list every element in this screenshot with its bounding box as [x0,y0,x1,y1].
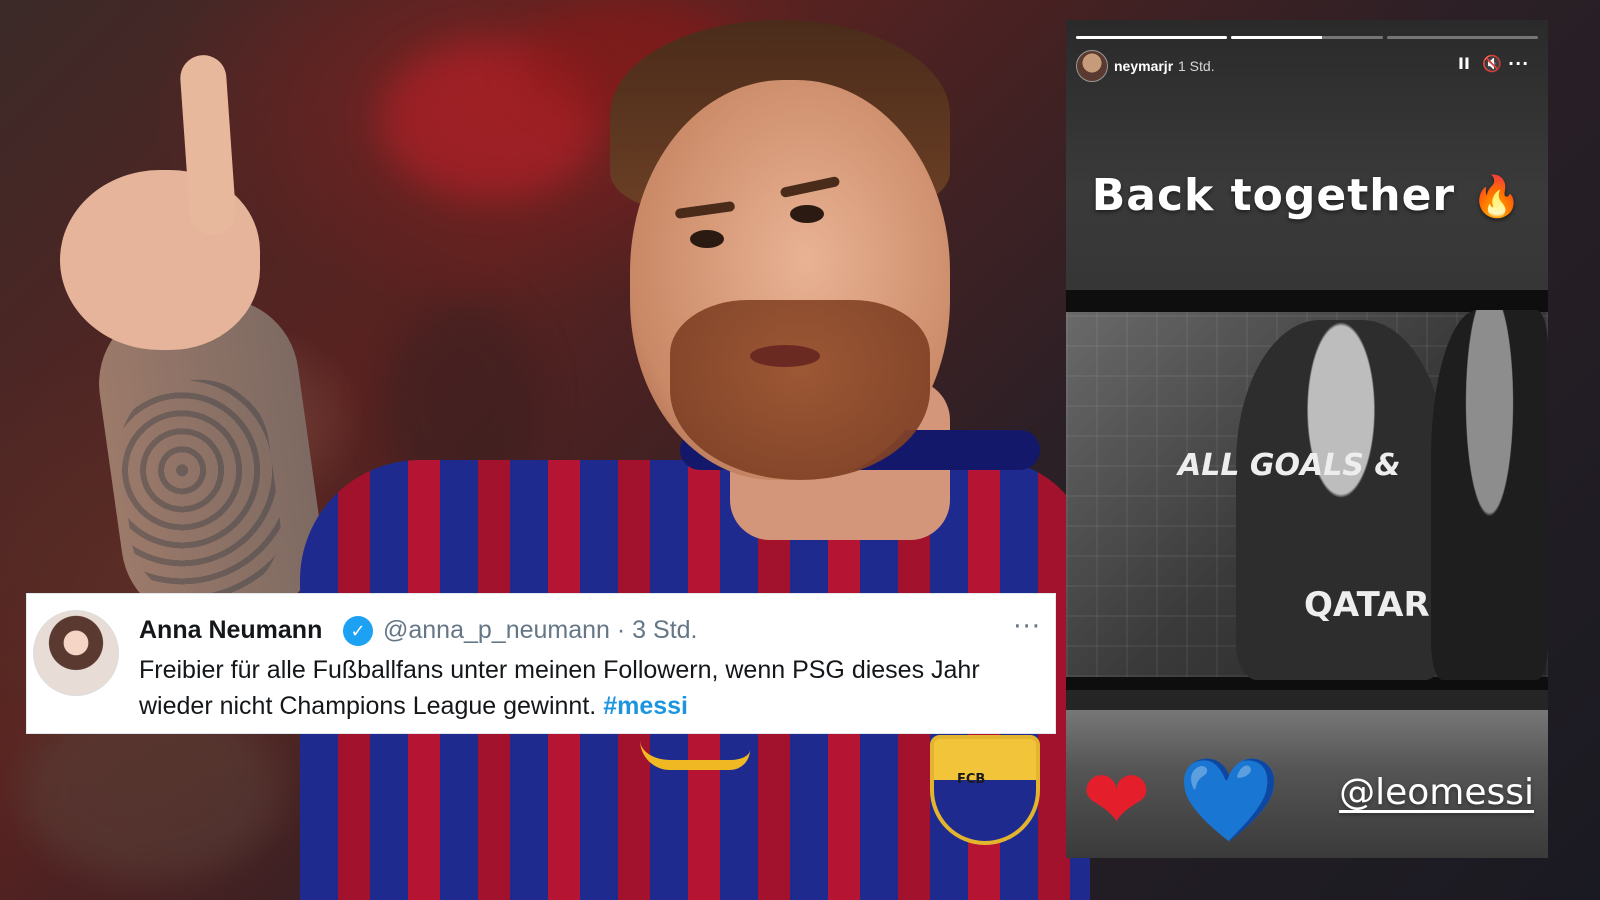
jersey-sponsor-text: QATAR [1304,585,1430,625]
tweet-text: Freibier für alle Fußballfans unter mein… [139,652,1039,724]
crest-text: FCB [957,772,986,787]
screen-title: ALL GOALS & [1178,448,1401,483]
tweet-body: Freibier für alle Fußballfans unter mein… [139,656,980,720]
red-heart-icon: ❤ [1082,753,1151,848]
mute-icon[interactable]: 🔇 [1482,54,1502,73]
story-progress-fill [1076,36,1228,39]
blue-heart-icon: 💙 [1178,753,1281,848]
story-user-avatar[interactable] [1076,50,1108,82]
right-eye [790,205,824,223]
fire-emoji-icon: 🔥 [1471,174,1523,220]
fcb-crest-icon [930,735,1040,845]
story-caption: Back together 🔥 [1066,170,1548,221]
tweet-handle-time[interactable]: @anna_p_neumann · 3 Std. [383,616,698,645]
player-mouth [750,345,820,367]
tweet-more-icon[interactable]: ··· [1013,612,1041,642]
tweet-author-name[interactable]: Anna Neumann [139,616,322,645]
instagram-story[interactable]: neymarjr 1 Std. II 🔇 ··· Back together 🔥… [1066,20,1548,858]
nike-swoosh-icon [640,740,750,770]
verified-badge-icon: ✓ [343,616,373,646]
player-beard [670,300,930,480]
story-mention-sticker[interactable]: @leomessi [1339,772,1534,813]
tweet-card[interactable]: Anna Neumann ✓ @anna_p_neumann · 3 Std. … [26,593,1056,734]
story-progress-segment [1231,36,1383,39]
pause-icon[interactable]: II [1458,54,1470,73]
screen-player-one [1236,320,1446,680]
tweet-hashtag-link[interactable]: #messi [603,692,688,720]
screen-player-two [1431,310,1548,680]
story-progress-segment [1076,36,1228,39]
story-caption-text: Back together [1091,170,1456,221]
story-more-icon[interactable]: ··· [1508,54,1529,73]
story-time: 1 Std. [1178,58,1215,74]
left-eye [690,230,724,248]
story-progress-bar [1076,36,1538,39]
story-progress-segment [1386,36,1538,39]
story-username[interactable]: neymarjr [1114,58,1173,74]
story-progress-fill [1231,36,1323,39]
tweet-avatar[interactable] [33,610,119,696]
